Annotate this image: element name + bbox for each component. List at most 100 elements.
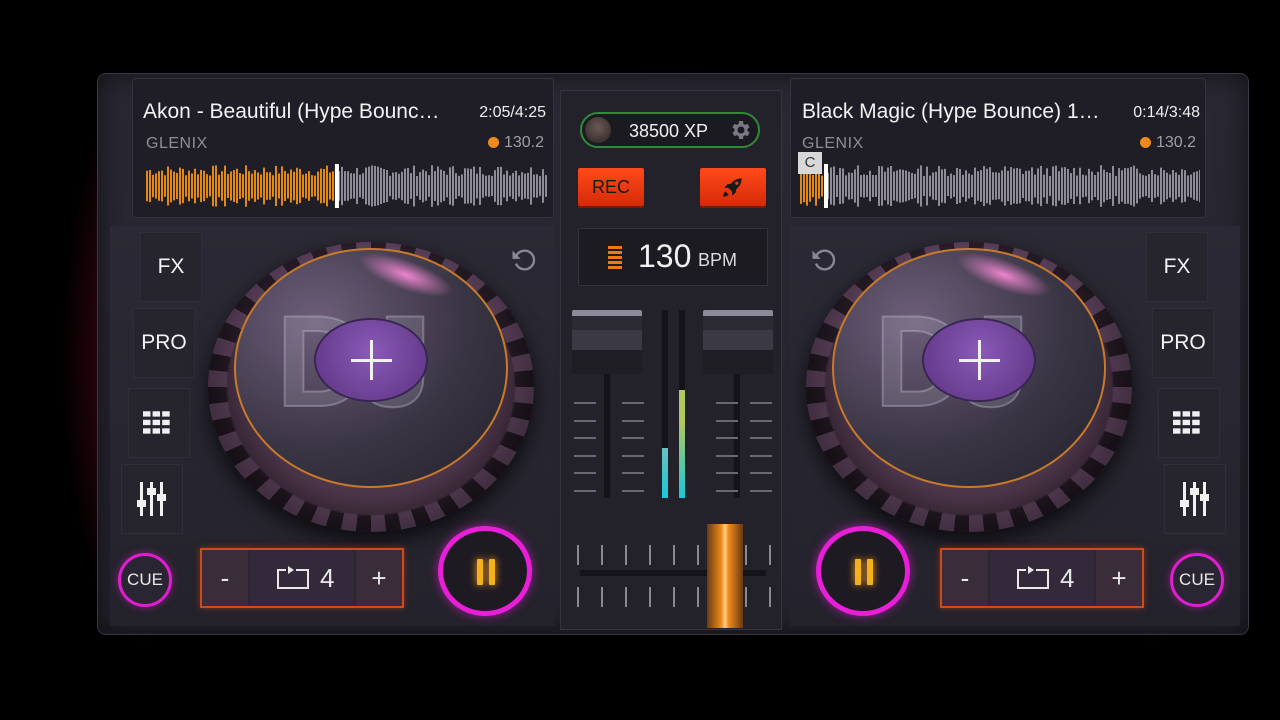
- waveform-bar: [260, 174, 262, 198]
- waveform-bar: [884, 171, 886, 201]
- waveform-bar: [161, 170, 163, 202]
- boost-button[interactable]: [700, 168, 766, 206]
- waveform-bar: [242, 174, 244, 198]
- waveform-bar: [437, 166, 439, 206]
- level-meter-a: [662, 310, 668, 498]
- deck-b-jog-wheel[interactable]: DJ: [806, 242, 1132, 532]
- waveform-bar: [848, 172, 850, 200]
- waveform-bar: [443, 170, 445, 202]
- waveform-bar: [446, 174, 448, 198]
- waveform-bar: [902, 169, 904, 203]
- deck-a-pro-button[interactable]: PRO: [133, 308, 195, 378]
- waveform-bar: [344, 171, 346, 201]
- crossfader-tick: [673, 587, 675, 607]
- deck-a-jog-wheel[interactable]: DJ: [208, 242, 534, 532]
- deck-b-loop-decrease-button[interactable]: -: [942, 550, 988, 606]
- deck-a-loop-decrease-button[interactable]: -: [202, 550, 248, 606]
- waveform-bar: [1004, 166, 1006, 206]
- waveform-bar: [1154, 174, 1156, 198]
- deck-b-loop-toggle[interactable]: 4: [990, 550, 1094, 606]
- waveform-bar: [1046, 168, 1048, 204]
- deck-a-play-pause-button[interactable]: [438, 526, 532, 616]
- deck-a-loop-toggle[interactable]: 4: [250, 550, 354, 606]
- waveform-bar: [380, 167, 382, 205]
- deck-b-pro-button[interactable]: PRO: [1152, 308, 1214, 378]
- waveform-bar: [542, 169, 544, 203]
- master-bpm-display[interactable]: 130 BPM: [578, 228, 768, 286]
- xp-badge[interactable]: 38500 XP: [580, 112, 760, 148]
- crossfader-knob[interactable]: [707, 524, 743, 628]
- channel-a-volume-fader[interactable]: [572, 310, 642, 374]
- fader-tick: [750, 419, 772, 422]
- waveform-bar: [422, 169, 424, 203]
- deck-a-load-track-button[interactable]: [316, 320, 426, 400]
- deck-b-pads-button[interactable]: [1158, 388, 1220, 458]
- waveform-bar: [917, 168, 919, 204]
- deck-b-cue-marker[interactable]: C: [798, 152, 822, 174]
- rocket-icon: [723, 178, 742, 197]
- waveform-bar: [326, 165, 328, 207]
- waveform-bar: [419, 172, 421, 200]
- waveform-bar: [425, 171, 427, 201]
- deck-b-loop-increase-button[interactable]: +: [1096, 550, 1142, 606]
- deck-a-reset-icon[interactable]: [509, 246, 537, 274]
- deck-b-eq-button[interactable]: [1164, 464, 1226, 534]
- waveform-bar: [401, 171, 403, 201]
- waveform-bar: [1085, 175, 1087, 197]
- crossfader-tick: [601, 587, 603, 607]
- waveform-bar: [374, 165, 376, 207]
- crossfader-tick: [649, 545, 651, 565]
- deck-a-eq-button[interactable]: [121, 464, 183, 534]
- deck-a-loop-increase-button[interactable]: +: [356, 550, 402, 606]
- channel-b-volume-fader[interactable]: [703, 310, 773, 374]
- waveform-bar: [851, 172, 853, 200]
- deck-b-load-track-button[interactable]: [924, 320, 1034, 400]
- deck-b-waveform[interactable]: [800, 164, 1200, 208]
- deck-b-fx-button[interactable]: FX: [1146, 232, 1208, 302]
- waveform-bar: [1031, 167, 1033, 205]
- waveform-bar: [347, 171, 349, 201]
- deck-b-reset-icon[interactable]: [809, 246, 837, 274]
- waveform-bar: [1070, 173, 1072, 199]
- deck-b-play-pause-button[interactable]: [816, 526, 910, 616]
- waveform-bar: [872, 174, 874, 198]
- waveform-bar: [1160, 167, 1162, 205]
- waveform-bar: [218, 174, 220, 198]
- waveform-bar: [149, 169, 151, 203]
- waveform-bar: [413, 165, 415, 207]
- playhead[interactable]: [824, 164, 828, 208]
- waveform-bar: [914, 173, 916, 199]
- deck-a-artist: GLENIX: [146, 135, 208, 152]
- waveform-bar: [1103, 169, 1105, 203]
- waveform-bar: [881, 166, 883, 206]
- master-bpm-value: 130: [638, 238, 692, 274]
- playhead[interactable]: [334, 164, 339, 208]
- deck-a-fx-button[interactable]: FX: [140, 232, 202, 302]
- deck-a-pads-button[interactable]: [128, 388, 190, 458]
- waveform-bar: [995, 172, 997, 200]
- waveform-bar: [458, 175, 460, 197]
- waveform-bar: [1010, 167, 1012, 205]
- waveform-bar: [455, 173, 457, 199]
- waveform-bar: [875, 175, 877, 197]
- waveform-bar: [1196, 171, 1198, 201]
- waveform-bar: [1094, 174, 1096, 198]
- deck-b-cue-button[interactable]: CUE: [1170, 553, 1224, 607]
- waveform-bar: [899, 169, 901, 203]
- waveform-bar: [170, 169, 172, 203]
- waveform-bar: [1151, 169, 1153, 203]
- record-button[interactable]: REC: [578, 168, 644, 206]
- gear-icon[interactable]: [728, 118, 752, 142]
- waveform-bar: [362, 173, 364, 199]
- deck-a-cue-button[interactable]: CUE: [118, 553, 172, 607]
- waveform-bar: [395, 172, 397, 200]
- crossfader-tick: [625, 545, 627, 565]
- crossfader-tick: [697, 545, 699, 565]
- waveform-bar: [209, 175, 211, 197]
- deck-a-track-time: 2:05/4:25: [479, 104, 546, 121]
- fader-tick: [716, 419, 738, 422]
- xp-value: 38500 XP: [629, 121, 709, 141]
- deck-a-waveform[interactable]: [146, 164, 548, 208]
- pause-icon: [855, 559, 873, 585]
- waveform-bar: [938, 166, 940, 206]
